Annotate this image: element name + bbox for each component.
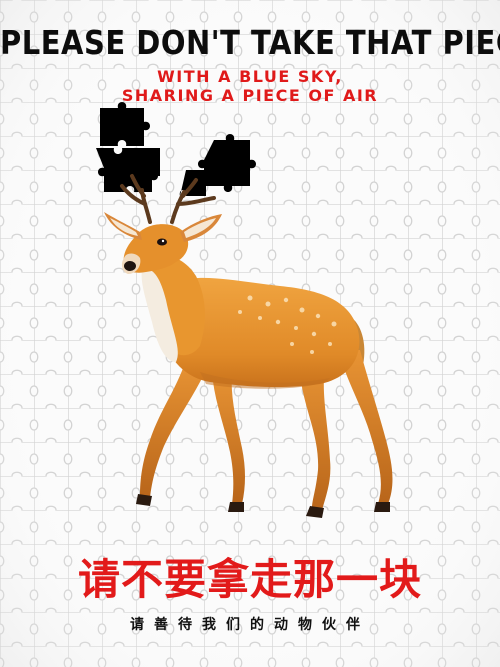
subtitle-chinese: 请善待我们的动物伙伴	[130, 617, 370, 633]
subline-2: SHARING A PIECE OF AIR	[121, 86, 379, 105]
hooves	[136, 494, 390, 518]
headline-english: PLEASE DON'T TAKE THAT PIECE	[0, 23, 500, 63]
title-chinese: 请不要拿走那一块	[77, 555, 422, 604]
missing-piece-left	[96, 102, 160, 192]
subline-1: WITH A BLUE SKY,	[157, 67, 343, 86]
poster: PLEASE DON'T TAKE THAT PIECE WITH A BLUE…	[0, 0, 500, 667]
